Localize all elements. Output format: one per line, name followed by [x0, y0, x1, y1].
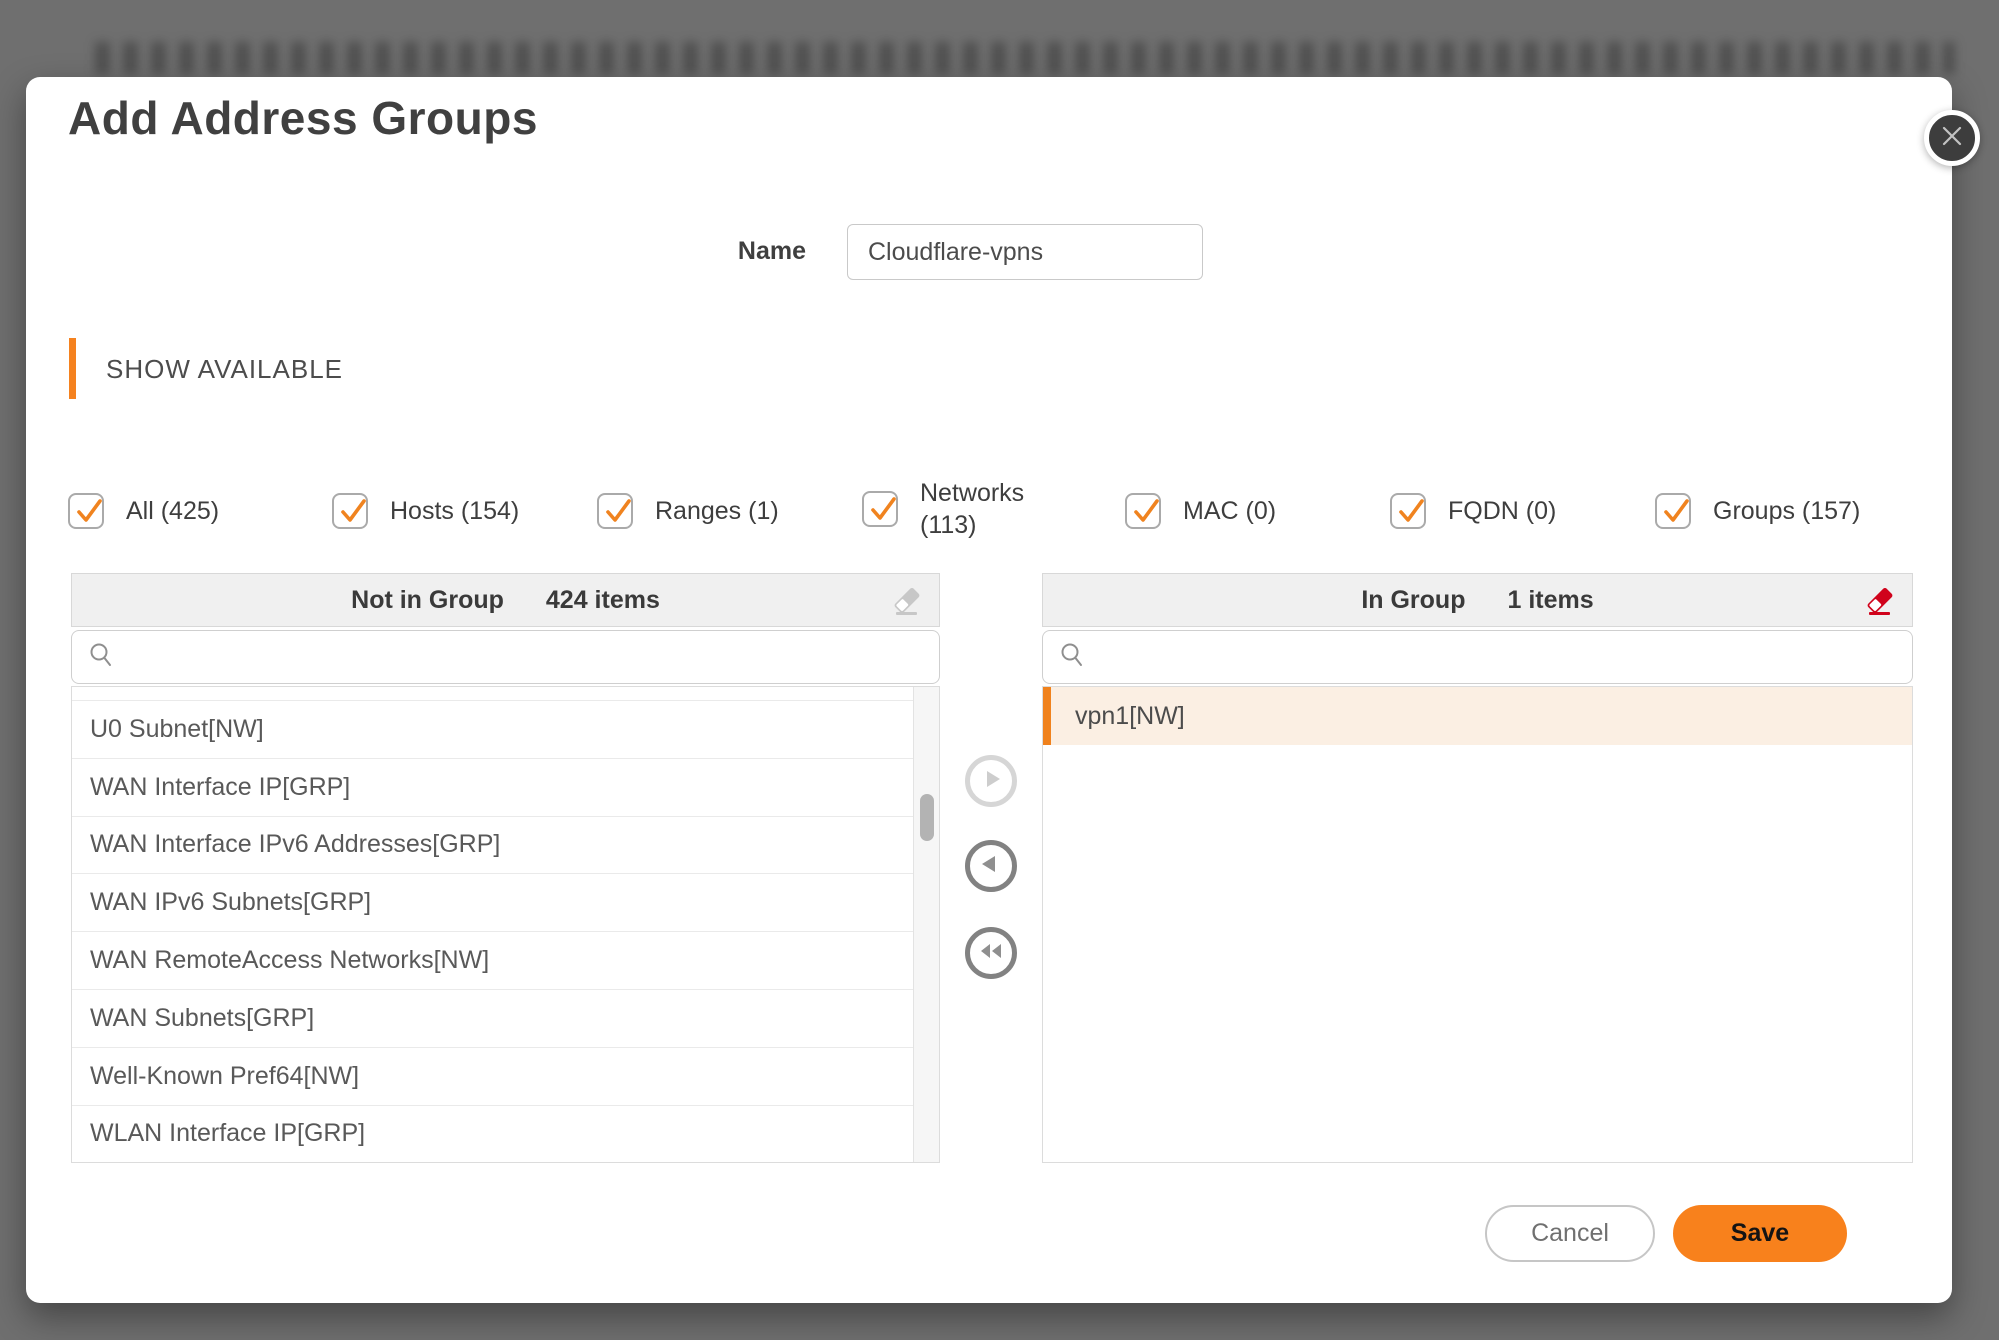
- arrow-left-icon: [980, 853, 1002, 880]
- filter-label: Hosts (154): [390, 495, 519, 527]
- not-in-group-header: Not in Group 424 items: [71, 573, 940, 627]
- checkbox-mac[interactable]: [1125, 493, 1161, 529]
- double-arrow-left-icon: [978, 940, 1004, 967]
- scrollbar-track[interactable]: [913, 687, 939, 1162]
- show-available-heading: SHOW AVAILABLE: [106, 354, 343, 385]
- filter-label: Groups (157): [1713, 495, 1860, 527]
- background-blur-band: [95, 42, 1955, 74]
- check-icon: [1394, 495, 1428, 529]
- checkbox-all[interactable]: [68, 493, 104, 529]
- arrow-right-icon: [980, 768, 1002, 795]
- cancel-button[interactable]: Cancel: [1485, 1205, 1655, 1262]
- move-all-left-button[interactable]: [965, 927, 1017, 979]
- search-icon: [88, 641, 115, 673]
- add-address-groups-dialog: Add Address Groups Name SHOW AVAILABLE A…: [26, 77, 1952, 1303]
- move-left-button[interactable]: [965, 840, 1017, 892]
- checkbox-groups[interactable]: [1655, 493, 1691, 529]
- clear-selection-icon[interactable]: [891, 585, 923, 617]
- in-group-title: In Group: [1361, 586, 1465, 615]
- list-item[interactable]: U0 Subnet[NW]: [72, 701, 939, 759]
- scrollbar-thumb[interactable]: [920, 794, 934, 841]
- list-item[interactable]: WLAN Interface IP[GRP]: [72, 1106, 939, 1163]
- filter-ranges: Ranges (1): [597, 493, 779, 529]
- check-icon: [601, 495, 635, 529]
- move-right-button[interactable]: [965, 755, 1017, 807]
- filter-label: Networks (113): [920, 477, 1040, 541]
- filter-networks: Networks (113): [862, 477, 1040, 541]
- screen: Add Address Groups Name SHOW AVAILABLE A…: [0, 0, 1999, 1340]
- checkbox-fqdn[interactable]: [1390, 493, 1426, 529]
- filter-label: All (425): [126, 495, 219, 527]
- filter-all: All (425): [68, 493, 219, 529]
- section-accent-bar: [69, 338, 76, 399]
- check-icon: [1659, 495, 1693, 529]
- list-item[interactable]: WAN Interface IP[GRP]: [72, 759, 939, 817]
- not-in-group-list: U0 Subnet[NW] WAN Interface IP[GRP] WAN …: [71, 686, 940, 1163]
- checkbox-networks[interactable]: [862, 491, 898, 527]
- check-icon: [72, 495, 106, 529]
- filter-mac: MAC (0): [1125, 493, 1276, 529]
- clear-group-icon[interactable]: [1864, 585, 1896, 617]
- check-icon: [336, 495, 370, 529]
- close-button[interactable]: [1924, 110, 1980, 166]
- name-field[interactable]: [847, 224, 1203, 280]
- not-in-group-search[interactable]: [71, 630, 940, 684]
- in-group-search[interactable]: [1042, 630, 1913, 684]
- check-icon: [866, 493, 900, 527]
- filter-groups: Groups (157): [1655, 493, 1860, 529]
- list-item[interactable]: Well-Known Pref64[NW]: [72, 1048, 939, 1106]
- filter-hosts: Hosts (154): [332, 493, 519, 529]
- list-item[interactable]: WAN IPv6 Subnets[GRP]: [72, 874, 939, 932]
- selected-list-item[interactable]: vpn1[NW]: [1043, 687, 1912, 745]
- in-group-header: In Group 1 items: [1042, 573, 1913, 627]
- page-title: Add Address Groups: [68, 91, 538, 145]
- in-group-list: vpn1[NW]: [1042, 686, 1913, 1163]
- checkbox-hosts[interactable]: [332, 493, 368, 529]
- filter-label: MAC (0): [1183, 495, 1276, 527]
- filter-fqdn: FQDN (0): [1390, 493, 1556, 529]
- list-item[interactable]: WAN RemoteAccess Networks[NW]: [72, 932, 939, 990]
- name-label: Name: [626, 237, 806, 266]
- search-icon: [1059, 641, 1086, 673]
- search-input[interactable]: [127, 642, 939, 672]
- partial-row: [72, 687, 939, 701]
- filter-label: FQDN (0): [1448, 495, 1556, 527]
- not-in-group-title: Not in Group: [351, 586, 504, 615]
- close-icon: [1940, 124, 1964, 153]
- filter-label: Ranges (1): [655, 495, 779, 527]
- list-item[interactable]: WAN Subnets[GRP]: [72, 990, 939, 1048]
- not-in-group-count: 424 items: [546, 586, 660, 615]
- save-button[interactable]: Save: [1673, 1205, 1847, 1262]
- search-input[interactable]: [1098, 642, 1912, 672]
- check-icon: [1129, 495, 1163, 529]
- in-group-count: 1 items: [1507, 586, 1593, 615]
- list-item[interactable]: WAN Interface IPv6 Addresses[GRP]: [72, 817, 939, 875]
- checkbox-ranges[interactable]: [597, 493, 633, 529]
